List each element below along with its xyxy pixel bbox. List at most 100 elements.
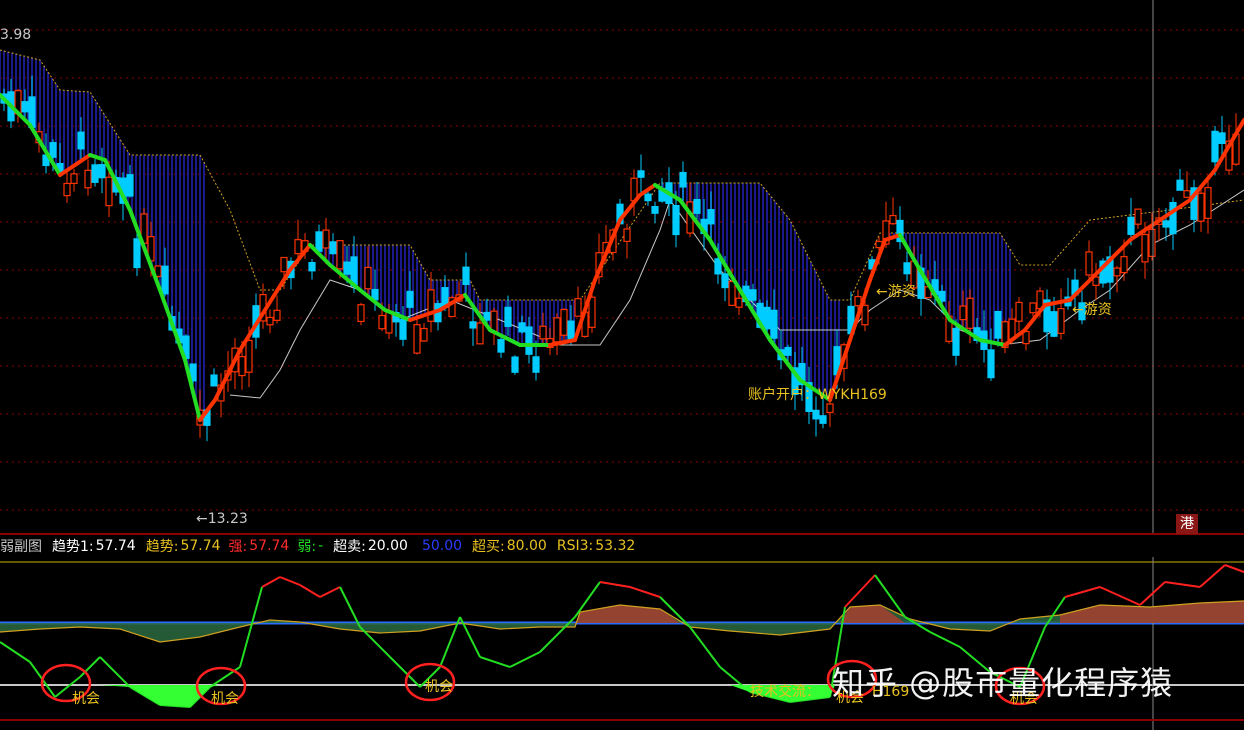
candle-body (427, 289, 435, 322)
low-price-label: ←13.23 (196, 511, 248, 527)
rsi-line-segment (0, 641, 31, 663)
candle-body (1148, 228, 1156, 257)
legend-trend1-label: 趋势1: (52, 539, 94, 555)
candle-body (952, 327, 960, 356)
candle-body (994, 310, 1002, 339)
rsi-line-segment (1099, 586, 1141, 606)
candle-body (1022, 330, 1030, 345)
hot-money-annotation-1: ←游资 (876, 284, 916, 300)
candle-body (735, 297, 743, 308)
legend-weak-value: - (318, 538, 324, 554)
candle-body (126, 174, 134, 197)
rsi-line-segment (279, 576, 301, 586)
candle-body (728, 280, 736, 306)
candle-body (1029, 302, 1037, 314)
rsi-line-segment (844, 574, 876, 608)
hot-money-annotation-2: ←游资 (1072, 302, 1112, 318)
candle-body (497, 339, 505, 353)
legend-rsi3-value: 53.32 (595, 538, 636, 554)
candle-body (1127, 216, 1135, 235)
rsi-line-segment (509, 651, 541, 668)
candle-body (637, 170, 645, 178)
chart-stage[interactable] (0, 0, 1244, 730)
top-price-label: 3.98 (0, 27, 32, 43)
rsi-sub-chart[interactable] (0, 557, 1244, 730)
candle-body (819, 415, 827, 424)
opportunity-label-3: 机会 (425, 679, 453, 695)
candle-body (1015, 301, 1023, 322)
candle-body (1141, 233, 1149, 263)
legend-mid-value: 50.00 (421, 538, 463, 554)
legend-trend-value: 57.74 (180, 538, 221, 554)
candle-body (91, 164, 99, 183)
candle-body (721, 273, 729, 289)
candle-body (1113, 267, 1121, 277)
candle-body (532, 356, 540, 373)
rsi-red-area (1060, 601, 1244, 623)
candle-body (476, 322, 484, 345)
rsi-line-segment (319, 586, 341, 598)
candle-body (1050, 311, 1058, 337)
candle-body (693, 198, 701, 214)
candle-body (966, 297, 974, 329)
legend-strong-label: 强: (228, 539, 248, 555)
candle-body (483, 311, 491, 321)
candle-body (98, 164, 106, 179)
rsi-line-segment (339, 586, 361, 628)
candle-body (1120, 256, 1128, 274)
rsi-line-segment (1164, 581, 1201, 588)
candle-body (749, 289, 757, 301)
candle-body (574, 298, 582, 317)
candle-body (329, 241, 337, 255)
candle-body (1134, 208, 1142, 225)
legend-oversold-label: 超卖: (333, 539, 366, 555)
candle-body (560, 308, 568, 336)
candle-body (672, 204, 680, 236)
rsi-line-segment (1064, 586, 1101, 598)
candle-body (280, 256, 288, 273)
candle-body (1204, 187, 1212, 219)
main-candlestick-chart[interactable] (0, 0, 1244, 535)
candle-body (84, 169, 92, 189)
rsi-line-segment (239, 586, 263, 668)
account-annotation: 账户开户：WYKH169 (748, 387, 887, 403)
legend-trend1-value: 57.74 (95, 538, 136, 554)
candle-body (1197, 192, 1205, 222)
candle-body (70, 173, 78, 184)
zhihu-watermark: 知乎 @股市量化程序猿 (832, 664, 1174, 702)
legend-oversold-value: 20.00 (367, 538, 408, 554)
candle-body (105, 176, 113, 207)
candle-body (707, 209, 715, 225)
candle-body (987, 349, 995, 379)
tech-exchange-label: 技术交流： (750, 684, 820, 700)
candle-body (399, 318, 407, 340)
candle-body (763, 306, 771, 330)
legend-overbought-value: 80.00 (506, 538, 547, 554)
candle-body (770, 309, 778, 339)
trend-line-segment (88, 153, 107, 162)
candle-body (63, 182, 71, 197)
candle-body (161, 265, 169, 295)
candle-body (644, 193, 652, 202)
candle-body (959, 305, 967, 321)
candle-body (1183, 190, 1191, 198)
candle-body (1218, 132, 1226, 144)
rsi-line-segment (599, 581, 631, 588)
candle-body (714, 258, 722, 275)
candle-body (861, 304, 869, 326)
candle-body (462, 266, 470, 286)
rsi-line-segment (629, 586, 661, 598)
candle-body (378, 314, 386, 330)
candle-body (623, 228, 631, 242)
candle-body (518, 322, 526, 333)
candle-body (504, 306, 512, 327)
legend-trend-label: 趋势: (145, 539, 179, 555)
rsi-line-segment (99, 656, 131, 688)
candle-body (420, 327, 428, 342)
indicator-legend-bar: 弱副图 趋势1: 57.74 趋势: 57.74 强: 57.74 弱: - 超卖: 20… (0, 535, 1244, 557)
hk-port-badge[interactable]: 港 (1176, 514, 1198, 534)
rsi-line-segment (479, 656, 511, 668)
candle-body (364, 266, 372, 290)
candle-body (273, 309, 281, 321)
opportunity-label-1: 机会 (72, 691, 100, 707)
